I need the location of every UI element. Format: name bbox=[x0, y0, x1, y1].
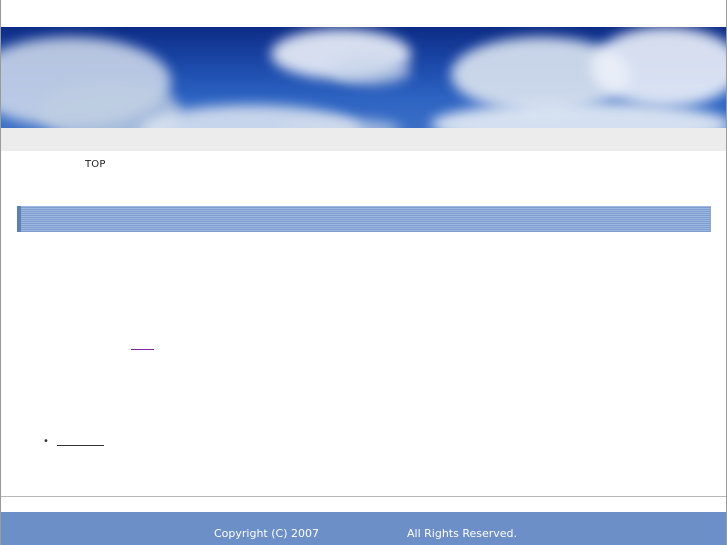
subheader-bar bbox=[1, 128, 726, 151]
header-banner-image bbox=[1, 27, 726, 128]
footer-divider bbox=[1, 496, 726, 497]
top-link[interactable]: TOP bbox=[85, 159, 106, 170]
rights-text: All Rights Reserved. bbox=[407, 527, 518, 540]
content-link[interactable] bbox=[131, 349, 154, 350]
list-item-link[interactable] bbox=[57, 445, 104, 446]
footer: Copyright (C) 2007 All Rights Reserved. bbox=[1, 512, 726, 545]
bullet-icon: • bbox=[43, 436, 49, 447]
copyright-text: Copyright (C) 2007 bbox=[214, 527, 319, 540]
section-heading-bar bbox=[17, 206, 711, 232]
